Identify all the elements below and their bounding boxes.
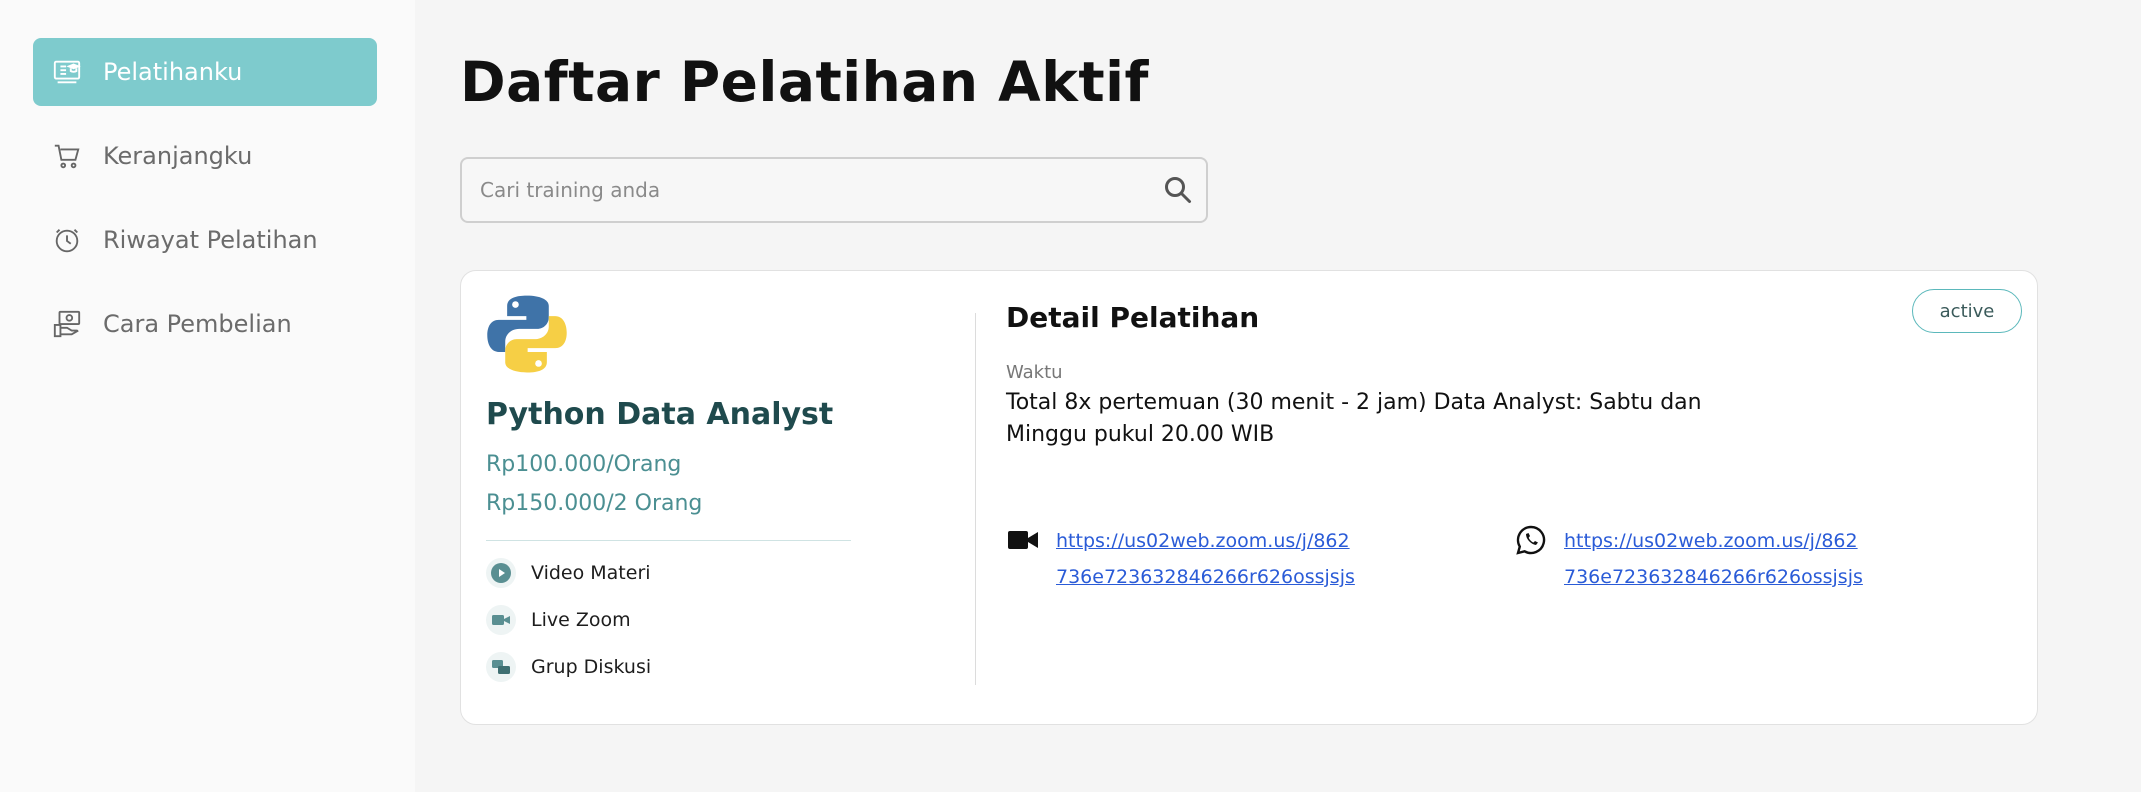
course-title: Python Data Analyst xyxy=(486,397,834,432)
main-content: Daftar Pelatihan Aktif Python Data Analy… xyxy=(460,0,2040,792)
python-logo xyxy=(487,295,567,373)
price-single: Rp100.000/Orang xyxy=(486,452,682,477)
course-summary: Python Data Analyst Rp100.000/Orang Rp15… xyxy=(486,293,851,682)
whatsapp-icon xyxy=(1514,523,1548,557)
zoom-link[interactable]: https://us02web.zoom.us/j/862736e7236328… xyxy=(1056,523,1356,595)
payment-hand-icon xyxy=(51,308,83,340)
divider xyxy=(486,540,851,541)
sidebar: Pelatihanku Keranjangku Riwayat Pelatiha… xyxy=(0,0,415,792)
chat-group-icon xyxy=(486,652,516,682)
sidebar-item-cara-pembelian[interactable]: Cara Pembelian xyxy=(33,290,377,358)
vertical-divider xyxy=(975,313,976,685)
video-camera-icon xyxy=(1006,523,1040,557)
whatsapp-link[interactable]: https://us02web.zoom.us/j/862736e7236328… xyxy=(1564,523,1864,595)
video-camera-icon xyxy=(486,605,516,635)
feature-video-materi: Video Materi xyxy=(486,558,851,588)
sidebar-item-label: Keranjangku xyxy=(103,142,253,170)
sidebar-item-label: Riwayat Pelatihan xyxy=(103,226,318,254)
feature-live-zoom: Live Zoom xyxy=(486,605,851,635)
feature-label: Video Materi xyxy=(531,562,651,584)
history-icon xyxy=(51,224,83,256)
waktu-label: Waktu xyxy=(1006,362,1063,383)
search-icon[interactable] xyxy=(1150,162,1206,218)
feature-label: Live Zoom xyxy=(531,609,631,631)
cart-icon xyxy=(51,140,83,172)
sidebar-item-label: Pelatihanku xyxy=(103,58,243,86)
price-pair: Rp150.000/2 Orang xyxy=(486,491,703,516)
page-title: Daftar Pelatihan Aktif xyxy=(460,50,1149,114)
search-input[interactable] xyxy=(462,158,1150,222)
status-badge: active xyxy=(1912,289,2022,333)
training-detail: Detail Pelatihan Waktu Total 8x pertemua… xyxy=(1006,301,2006,588)
sidebar-item-keranjangku[interactable]: Keranjangku xyxy=(33,122,377,190)
play-icon xyxy=(486,558,516,588)
zoom-link-block: https://us02web.zoom.us/j/862736e7236328… xyxy=(1006,523,1356,595)
waktu-text: Total 8x pertemuan (30 menit - 2 jam) Da… xyxy=(1006,390,1702,447)
detail-title: Detail Pelatihan xyxy=(1006,301,1260,334)
whatsapp-link-block: https://us02web.zoom.us/j/862736e7236328… xyxy=(1514,523,1864,595)
training-card: Python Data Analyst Rp100.000/Orang Rp15… xyxy=(460,270,2038,725)
training-icon xyxy=(51,56,83,88)
sidebar-item-pelatihanku[interactable]: Pelatihanku xyxy=(33,38,377,106)
feature-label: Grup Diskusi xyxy=(531,656,652,678)
search-bar xyxy=(460,157,1208,223)
sidebar-item-label: Cara Pembelian xyxy=(103,310,292,338)
sidebar-item-riwayat-pelatihan[interactable]: Riwayat Pelatihan xyxy=(33,206,377,274)
feature-grup-diskusi: Grup Diskusi xyxy=(486,652,851,682)
